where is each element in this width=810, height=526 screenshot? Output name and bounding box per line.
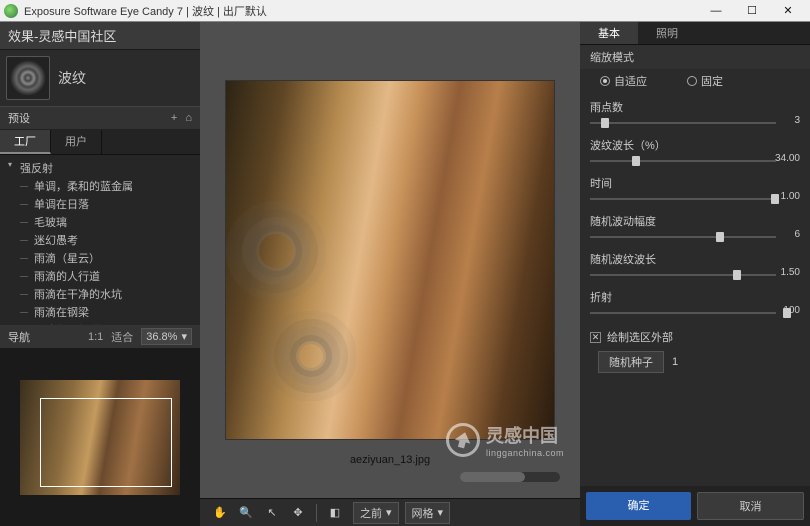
tree-item[interactable]: 雨滴（星云） [0,249,200,267]
navigator-header: 导航 1:1 适合 36.8%▾ [0,325,200,348]
preview-image[interactable] [225,80,555,440]
radio-fixed[interactable]: 固定 [687,73,723,89]
compare-icon[interactable]: ◧ [323,502,347,524]
tree-group-reflection[interactable]: 强反射 [0,159,200,177]
add-preset-icon[interactable]: + [171,112,177,124]
right-panel: 基本 照明 缩放模式 自适应 固定 雨点数 3 波纹波长（%） 34.00 时间… [580,22,810,526]
fit-label[interactable]: 适合 [111,329,133,345]
titlebar: Exposure Software Eye Candy 7 | 波纹 | 出厂默… [0,0,810,22]
settings-tabs: 基本 照明 [580,22,810,45]
cancel-button[interactable]: 取消 [697,492,804,520]
tree-item[interactable]: 单调，柔和的蓝金属 [0,177,200,195]
tree-item[interactable]: 雨滴在钢梁 [0,303,200,321]
center-panel: aeziyuan_13.jpg 灵感中国 lingganchina.com ✋ … [200,22,580,526]
horizontal-scrollbar[interactable] [460,472,560,482]
slider-wavelength[interactable]: 波纹波长（%） 34.00 [580,135,810,173]
zoom-tool-icon[interactable]: 🔍 [234,502,258,524]
tree-item[interactable]: 单调在日落 [0,195,200,213]
scale-mode-label: 缩放模式 [580,45,810,69]
canvas-toolbar: ✋ 🔍 ↖ ✥ ◧ 之前▾ 网格▾ [200,498,580,526]
ratio-label[interactable]: 1:1 [88,331,103,343]
tree-item[interactable]: 毛玻璃 [0,213,200,231]
seed-value: 1 [672,356,678,368]
move-tool-icon[interactable]: ✥ [286,502,310,524]
home-preset-icon[interactable]: ⌂ [185,112,192,124]
maximize-button[interactable]: ☐ [734,1,770,21]
radio-auto[interactable]: 自适应 [600,73,647,89]
effects-panel-title: 效果-灵感中国社区 [0,22,200,50]
navigator-preview[interactable] [0,348,200,526]
random-seed-button[interactable]: 随机种子 [598,351,664,373]
presets-header: 预设 + ⌂ [0,106,200,130]
checkbox-icon: ✕ [590,332,601,343]
slider-thumb[interactable] [632,156,640,166]
tree-item[interactable]: 雨滴在人行道 [0,321,200,325]
slider-thumb[interactable] [733,270,741,280]
tab-lighting[interactable]: 照明 [638,22,696,44]
slider-refraction[interactable]: 折射 100 [580,287,810,325]
ripple-overlay [256,231,296,271]
radio-icon [687,76,697,86]
tab-basic[interactable]: 基本 [580,22,638,44]
current-effect[interactable]: 波纹 [0,50,200,106]
tree-item[interactable]: 雨滴在干净的水坑 [0,285,200,303]
app-icon [4,4,18,18]
chevron-down-icon: ▾ [438,506,444,519]
canvas-area[interactable]: aeziyuan_13.jpg 灵感中国 lingganchina.com [200,22,580,498]
tree-item[interactable]: 迷幻愚考 [0,231,200,249]
presets-label: 预设 [8,110,30,126]
pointer-tool-icon[interactable]: ↖ [260,502,284,524]
filename-label: aeziyuan_13.jpg [350,454,430,466]
chevron-down-icon: ▾ [386,506,392,519]
effect-thumbnail [6,56,50,100]
ok-button[interactable]: 确定 [586,492,691,520]
slider-amplitude[interactable]: 随机波动幅度 6 [580,211,810,249]
minimize-button[interactable]: — [698,1,734,21]
slider-thumb[interactable] [601,118,609,128]
effect-name: 波纹 [58,68,86,88]
tab-factory[interactable]: 工厂 [0,130,51,154]
left-panel: 效果-灵感中国社区 波纹 预设 + ⌂ 工厂 用户 强反射 单调，柔和的蓝金属 … [0,22,200,526]
draw-outside-checkbox[interactable]: ✕ 绘制选区外部 [580,325,810,349]
tree-item[interactable]: 雨滴的人行道 [0,267,200,285]
tab-user[interactable]: 用户 [51,130,102,154]
navigator-thumbnail[interactable] [20,380,180,495]
slider-thumb[interactable] [716,232,724,242]
dialog-buttons: 确定 取消 [580,486,810,526]
grid-dropdown[interactable]: 网格▾ [405,502,451,524]
slider-time[interactable]: 时间 1.00 [580,173,810,211]
preset-tabs: 工厂 用户 [0,130,200,155]
preset-tree[interactable]: 强反射 单调，柔和的蓝金属 单调在日落 毛玻璃 迷幻愚考 雨滴（星云） 雨滴的人… [0,155,200,325]
zoom-dropdown[interactable]: 36.8%▾ [141,328,192,345]
slider-raindrops[interactable]: 雨点数 3 [580,97,810,135]
ripple-overlay [296,341,326,371]
close-button[interactable]: ✕ [770,1,806,21]
chevron-down-icon: ▾ [181,330,187,343]
hand-tool-icon[interactable]: ✋ [208,502,232,524]
window-title: Exposure Software Eye Candy 7 | 波纹 | 出厂默… [24,3,267,19]
before-dropdown[interactable]: 之前▾ [353,502,399,524]
slider-rand-wavelength[interactable]: 随机波纹波长 1.50 [580,249,810,287]
radio-icon [600,76,610,86]
watermark-en: lingganchina.com [486,448,564,458]
navigator-label: 导航 [8,329,30,345]
